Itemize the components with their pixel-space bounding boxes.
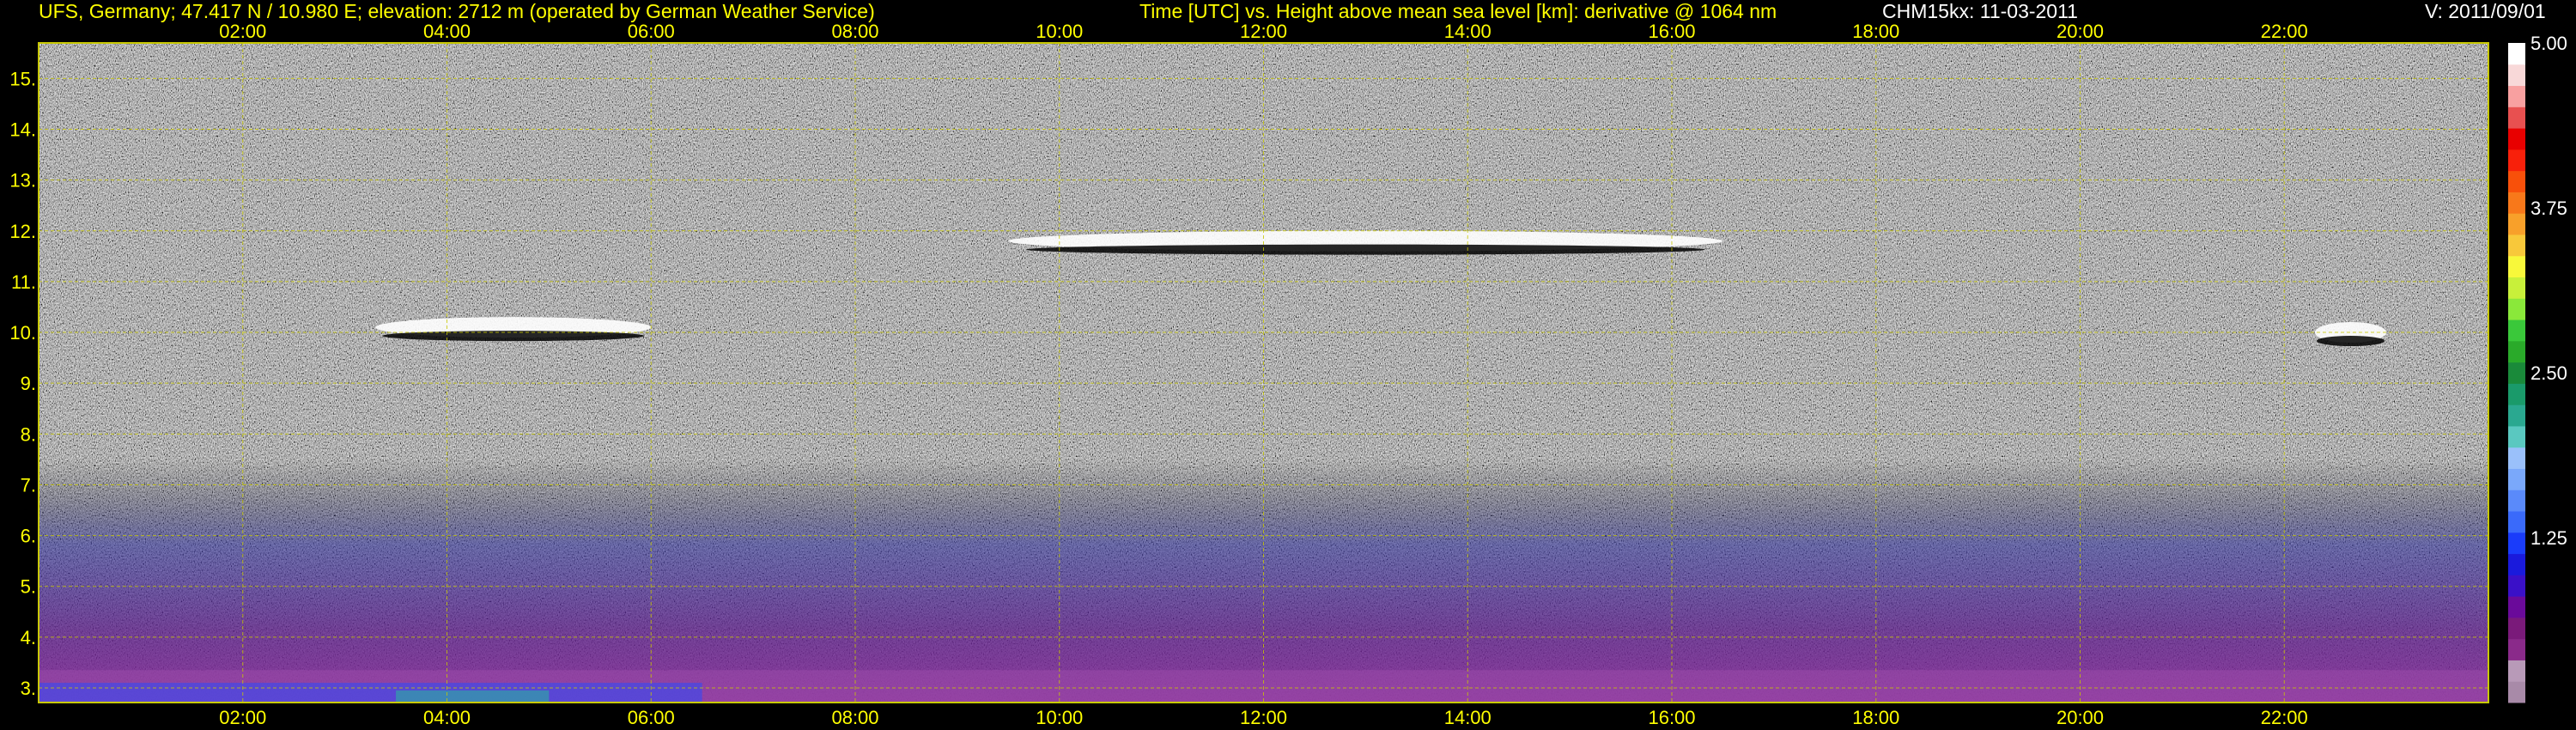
x-tick-label-top-7: 16:00: [1648, 21, 1695, 42]
colorbar-swatch-14: [2508, 383, 2525, 405]
y-ticks: 3. 4. 5. 6. 7. 8. 9. 10. 11. 12. 13. 14. 15.: [9, 68, 36, 699]
x-tick-label-top-9: 20:00: [2057, 21, 2104, 42]
colorbar-swatch-13: [2508, 405, 2525, 427]
y-tick-label-5: 8.: [21, 423, 36, 445]
colorbar-swatch-17: [2508, 319, 2525, 342]
x-tick-label-bottom-5: 12:00: [1240, 707, 1287, 728]
x-tick-label-bottom-4: 10:00: [1036, 707, 1083, 728]
x-tick-label-bottom-7: 16:00: [1648, 707, 1695, 728]
x-tick-label-bottom-2: 06:00: [628, 707, 675, 728]
colorbar-swatch-27: [2508, 106, 2525, 129]
y-tick-label-0: 3.: [21, 678, 36, 699]
x-tick-label-bottom-0: 02:00: [219, 707, 266, 728]
colorbar-tick-label-1: 2.50: [2530, 362, 2567, 384]
x-tick-label-bottom-6: 14:00: [1444, 707, 1492, 728]
y-tick-label-6: 9.: [21, 373, 36, 394]
colorbar-swatch-20: [2508, 255, 2525, 278]
surface-layer-blue: [39, 683, 702, 703]
colorbar-swatch-9: [2508, 490, 2525, 512]
colorbar-swatch-19: [2508, 277, 2525, 299]
x-tick-label-top-5: 12:00: [1240, 21, 1287, 42]
x-tick-label-top-6: 14:00: [1444, 21, 1492, 42]
colorbar-swatch-11: [2508, 447, 2525, 469]
colorbar-swatch-6: [2508, 553, 2525, 575]
y-tick-label-1: 4.: [21, 627, 36, 648]
y-tick-label-11: 14.: [9, 119, 36, 141]
x-tick-label-top-0: 02:00: [219, 21, 266, 42]
y-tick-label-8: 11.: [11, 271, 36, 293]
x-tick-label-top-4: 10:00: [1036, 21, 1083, 42]
colorbar-swatch-29: [2508, 64, 2525, 87]
colorbar-tick-label-3: 5.00: [2530, 33, 2567, 54]
surface-layer-teal: [396, 690, 550, 703]
colorbar-swatch-12: [2508, 425, 2525, 448]
x-tick-label-bottom-9: 20:00: [2057, 707, 2104, 728]
colorbar-swatch-24: [2508, 170, 2525, 192]
colorbar-tick-label-0: 1.25: [2530, 527, 2567, 549]
colorbar-swatch-16: [2508, 340, 2525, 363]
cloud-shadow-2: [1026, 244, 1705, 255]
x-tick-label-top-10: 22:00: [2261, 21, 2308, 42]
y-tick-label-4: 7.: [21, 474, 36, 496]
colorbar-swatch-2: [2508, 638, 2525, 660]
colorbar-swatch-10: [2508, 468, 2525, 490]
x-ticks-bottom: 02:00 04:00 06:00 08:00 10:00 12:00 14:00 16:00…: [219, 707, 2308, 728]
colorbar-swatch-3: [2508, 617, 2525, 640]
colorbar-swatch-1: [2508, 660, 2525, 682]
cloud-shadow-3: [2316, 336, 2385, 347]
colorbar-swatch-21: [2508, 234, 2525, 257]
x-tick-label-top-1: 04:00: [423, 21, 471, 42]
x-tick-label-top-3: 08:00: [831, 21, 878, 42]
colorbar-swatch-30: [2508, 43, 2525, 65]
y-tick-label-9: 12.: [9, 221, 36, 242]
colorbar-swatch-18: [2508, 298, 2525, 320]
colorbar-swatch-4: [2508, 596, 2525, 618]
x-tick-label-top-8: 18:00: [1852, 21, 1899, 42]
colorbar-swatch-0: [2508, 681, 2525, 703]
x-tick-label-top-2: 06:00: [628, 21, 675, 42]
x-tick-label-bottom-1: 04:00: [423, 707, 471, 728]
y-tick-label-2: 5.: [21, 576, 36, 598]
x-tick-label-bottom-10: 22:00: [2261, 707, 2308, 728]
x-tick-label-bottom-8: 18:00: [1852, 707, 1899, 728]
colorbar-swatch-7: [2508, 532, 2525, 555]
colorbar-tick-label-2: 3.75: [2530, 198, 2567, 219]
y-tick-label-7: 10.: [9, 322, 36, 344]
lidar-backscatter-chart: 02:00 04:00 06:00 08:00 10:00 12:00 14:00 16:00…: [9, 21, 2567, 728]
colorbar-swatch-23: [2508, 192, 2525, 214]
colorbar-swatch-8: [2508, 511, 2525, 533]
colorbar: 1.25 2.50 3.75 5.00: [2508, 33, 2567, 703]
colorbar-swatch-15: [2508, 362, 2525, 384]
colorbar-swatch-25: [2508, 149, 2525, 172]
y-tick-label-3: 6.: [21, 526, 36, 547]
x-ticks-top: 02:00 04:00 06:00 08:00 10:00 12:00 14:00 16:00…: [219, 21, 2308, 42]
colorbar-swatch-5: [2508, 575, 2525, 597]
x-tick-label-bottom-3: 08:00: [831, 707, 878, 728]
y-tick-label-12: 15.: [9, 68, 36, 89]
colorbar-swatch-26: [2508, 128, 2525, 150]
colorbar-swatch-28: [2508, 85, 2525, 107]
colorbar-swatch-22: [2508, 213, 2525, 235]
y-tick-label-10: 13.: [9, 170, 36, 192]
